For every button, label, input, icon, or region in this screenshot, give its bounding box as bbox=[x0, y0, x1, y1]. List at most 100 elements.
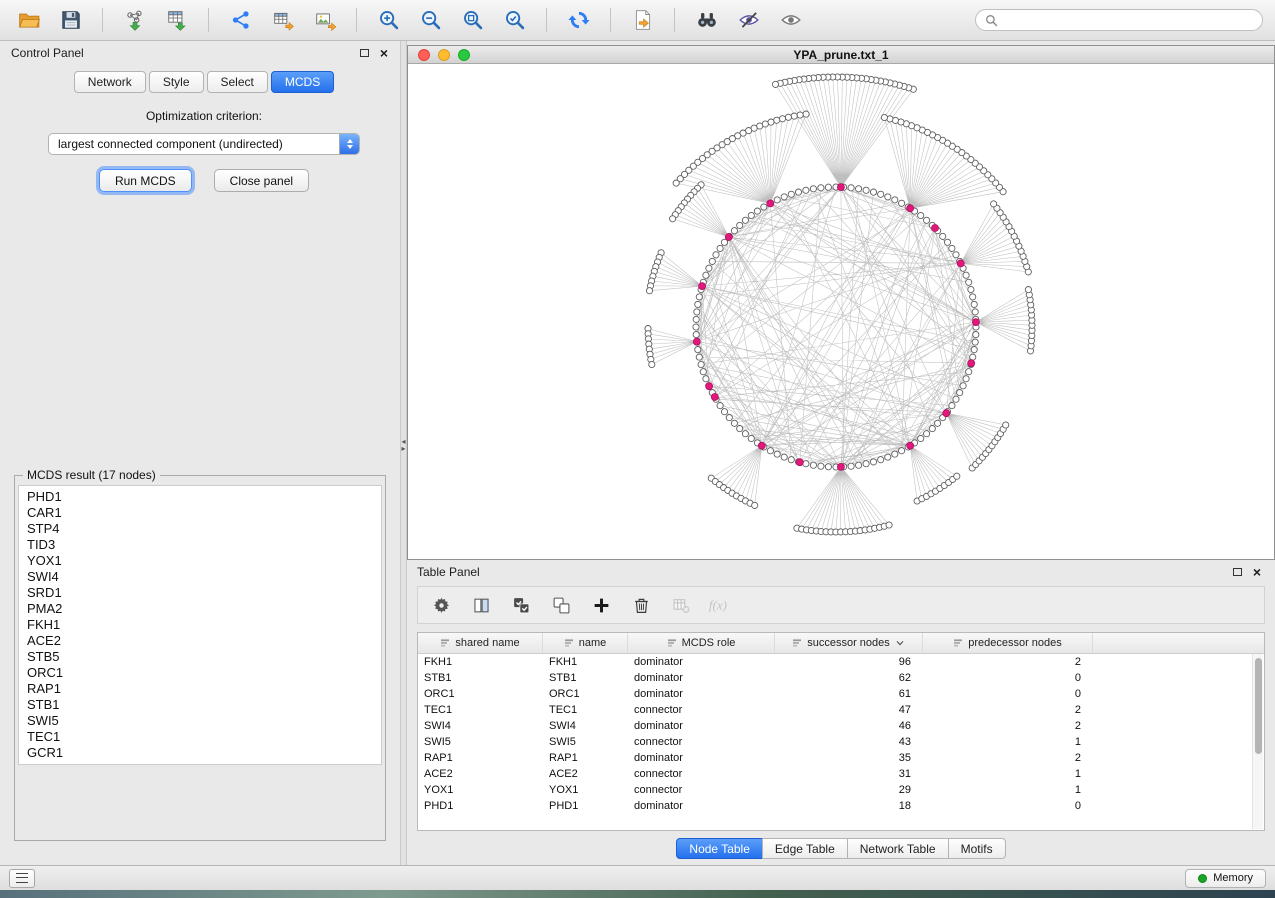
criterion-dropdown[interactable]: largest connected component (undirected) bbox=[48, 133, 360, 155]
add-column-icon[interactable] bbox=[588, 591, 614, 619]
table-row[interactable]: SWI5SWI5connector431 bbox=[418, 734, 1264, 750]
zoom-in-icon[interactable] bbox=[372, 6, 405, 35]
minimize-window-icon[interactable] bbox=[438, 49, 450, 61]
tab-node-table[interactable]: Node Table bbox=[676, 838, 763, 859]
mcds-node-item[interactable]: TEC1 bbox=[27, 729, 373, 745]
mcds-node-item[interactable]: GCR1 bbox=[27, 745, 373, 761]
table-row[interactable]: ACE2ACE2connector311 bbox=[418, 766, 1264, 782]
tab-edge-table[interactable]: Edge Table bbox=[762, 838, 848, 859]
mcds-node-item[interactable]: SWI4 bbox=[27, 569, 373, 585]
zoom-out-icon[interactable] bbox=[414, 6, 447, 35]
float-panel-icon[interactable] bbox=[1233, 568, 1242, 576]
network-window-titlebar[interactable]: YPA_prune.txt_1 bbox=[408, 46, 1274, 64]
close-panel-icon[interactable]: × bbox=[380, 46, 388, 60]
status-menu-button[interactable] bbox=[9, 869, 35, 888]
right-column: YPA_prune.txt_1 Table Panel × f(x) bbox=[407, 41, 1275, 865]
zoom-fit-icon[interactable] bbox=[456, 6, 489, 35]
refresh-network-icon[interactable] bbox=[562, 6, 595, 35]
column-header-successor-nodes[interactable]: successor nodes bbox=[775, 633, 923, 653]
export-document-icon[interactable] bbox=[626, 6, 659, 35]
table-cell: TEC1 bbox=[418, 704, 543, 716]
mcds-node-item[interactable]: CAR1 bbox=[27, 505, 373, 521]
table-header-row: shared namenameMCDS rolesuccessor nodesp… bbox=[418, 633, 1264, 654]
collapse-arrows-icon[interactable]: ◂▸ bbox=[401, 438, 405, 452]
export-image-icon[interactable] bbox=[308, 6, 341, 35]
table-mode-gear-icon[interactable] bbox=[428, 591, 454, 619]
hide-graphics-details-icon[interactable] bbox=[732, 6, 765, 35]
tab-network-table[interactable]: Network Table bbox=[847, 838, 949, 859]
mcds-node-item[interactable]: STB5 bbox=[27, 649, 373, 665]
table-row[interactable]: RAP1RAP1dominator352 bbox=[418, 750, 1264, 766]
tab-select[interactable]: Select bbox=[207, 71, 268, 93]
table-cell: FKH1 bbox=[543, 656, 628, 668]
mcds-node-item[interactable]: ACE2 bbox=[27, 633, 373, 649]
delete-rows-icon[interactable] bbox=[628, 591, 654, 619]
table-row[interactable]: ORC1ORC1dominator610 bbox=[418, 686, 1264, 702]
column-header-name[interactable]: name bbox=[543, 633, 628, 653]
optimization-criterion-label: Optimization criterion: bbox=[8, 109, 400, 123]
mcds-node-item[interactable]: SWI5 bbox=[27, 713, 373, 729]
toolbar-separator bbox=[356, 8, 357, 32]
network-search-icon[interactable] bbox=[690, 6, 723, 35]
maximize-window-icon[interactable] bbox=[458, 49, 470, 61]
svg-text:f(x): f(x) bbox=[709, 598, 727, 613]
table-cell: connector bbox=[628, 736, 775, 748]
table-row[interactable]: FKH1FKH1dominator962 bbox=[418, 654, 1264, 670]
export-network-icon[interactable] bbox=[224, 6, 257, 35]
mcds-node-item[interactable]: ORC1 bbox=[27, 665, 373, 681]
control-panel-tabs: NetworkStyleSelectMCDS bbox=[8, 71, 400, 93]
table-scrollbar[interactable] bbox=[1252, 654, 1263, 829]
mcds-node-item[interactable]: SRD1 bbox=[27, 585, 373, 601]
column-header-predecessor-nodes[interactable]: predecessor nodes bbox=[923, 633, 1093, 653]
tab-motifs[interactable]: Motifs bbox=[948, 838, 1006, 859]
table-cell: ORC1 bbox=[543, 688, 628, 700]
network-canvas[interactable] bbox=[408, 64, 1274, 559]
search-box[interactable] bbox=[975, 9, 1263, 31]
export-table-icon[interactable] bbox=[266, 6, 299, 35]
tab-mcds[interactable]: MCDS bbox=[271, 71, 334, 93]
mcds-result-list[interactable]: PHD1CAR1STP4TID3YOX1SWI4SRD1PMA2FKH1ACE2… bbox=[18, 485, 382, 765]
search-input[interactable] bbox=[1004, 12, 1253, 28]
memory-button[interactable]: Memory bbox=[1185, 869, 1266, 888]
zoom-selected-icon[interactable] bbox=[498, 6, 531, 35]
mcds-node-item[interactable]: FKH1 bbox=[27, 617, 373, 633]
close-window-icon[interactable] bbox=[418, 49, 430, 61]
run-mcds-button[interactable]: Run MCDS bbox=[99, 169, 192, 192]
save-session-icon[interactable] bbox=[54, 6, 87, 35]
clear-selection-icon[interactable] bbox=[548, 591, 574, 619]
table-tabs: Node TableEdge TableNetwork TableMotifs bbox=[407, 838, 1275, 859]
table-cell: 96 bbox=[775, 656, 923, 668]
network-window: YPA_prune.txt_1 bbox=[407, 45, 1275, 560]
table-row[interactable]: TEC1TEC1connector472 bbox=[418, 702, 1264, 718]
close-panel-button[interactable]: Close panel bbox=[214, 169, 309, 192]
column-header-MCDS-role[interactable]: MCDS role bbox=[628, 633, 775, 653]
toolbar-separator bbox=[208, 8, 209, 32]
table-row[interactable]: YOX1YOX1connector291 bbox=[418, 782, 1264, 798]
table-row[interactable]: STB1STB1dominator620 bbox=[418, 670, 1264, 686]
show-graphics-details-icon[interactable] bbox=[774, 6, 807, 35]
float-panel-icon[interactable] bbox=[360, 49, 369, 57]
table-row[interactable]: SWI4SWI4dominator462 bbox=[418, 718, 1264, 734]
mcds-node-item[interactable]: TID3 bbox=[27, 537, 373, 553]
tab-style[interactable]: Style bbox=[149, 71, 204, 93]
network-graph[interactable] bbox=[408, 64, 1274, 559]
import-table-from-file-icon[interactable] bbox=[160, 6, 193, 35]
mcds-node-item[interactable]: STP4 bbox=[27, 521, 373, 537]
select-all-icon[interactable] bbox=[508, 591, 534, 619]
panel-divider[interactable]: ◂▸ bbox=[400, 41, 407, 865]
mcds-node-item[interactable]: PMA2 bbox=[27, 601, 373, 617]
table-row[interactable]: PHD1PHD1dominator180 bbox=[418, 798, 1264, 814]
show-columns-icon[interactable] bbox=[468, 591, 494, 619]
column-header-shared-name[interactable]: shared name bbox=[418, 633, 543, 653]
toolbar-icon-groups bbox=[12, 6, 807, 35]
scrollbar-thumb[interactable] bbox=[1255, 658, 1262, 754]
mcds-node-item[interactable]: YOX1 bbox=[27, 553, 373, 569]
import-network-from-file-icon[interactable] bbox=[118, 6, 151, 35]
mcds-node-item[interactable]: PHD1 bbox=[27, 489, 373, 505]
control-panel: Control Panel × NetworkStyleSelectMCDS O… bbox=[0, 41, 400, 865]
mcds-node-item[interactable]: STB1 bbox=[27, 697, 373, 713]
open-file-icon[interactable] bbox=[12, 6, 45, 35]
tab-network[interactable]: Network bbox=[74, 71, 146, 93]
close-panel-icon[interactable]: × bbox=[1253, 565, 1261, 579]
mcds-node-item[interactable]: RAP1 bbox=[27, 681, 373, 697]
